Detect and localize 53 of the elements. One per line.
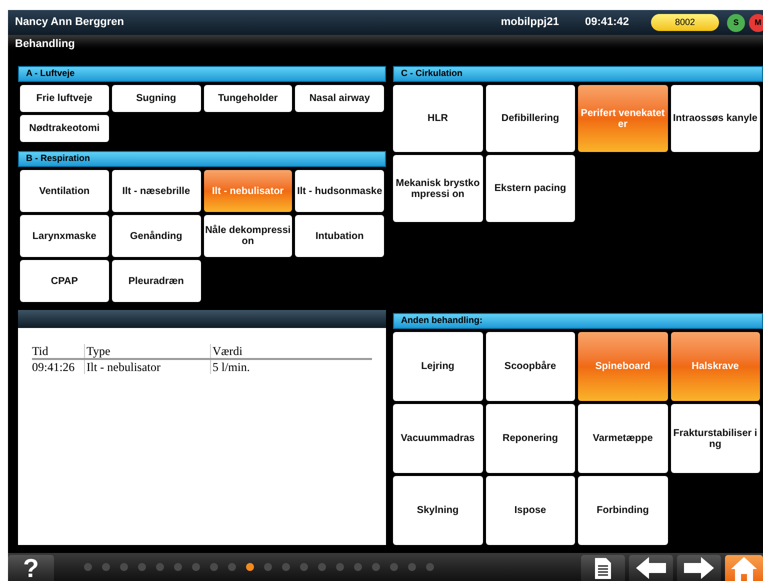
section-header: C - Cirkulation (393, 66, 763, 82)
back-button[interactable] (629, 555, 673, 581)
treatment-button[interactable]: Lejring (393, 332, 482, 401)
device-name: mobilppj21 (500, 15, 559, 30)
user-name: Nancy Ann Berggren (15, 15, 124, 30)
section-header: Anden behandling: (393, 313, 763, 329)
treatment-button[interactable]: Frie luftveje (20, 85, 109, 112)
table-cell: 5 l/min. (210, 359, 372, 374)
treatment-button[interactable]: CPAP (20, 260, 109, 302)
treatment-button[interactable]: Mekanisk brystkompressi on (393, 155, 482, 222)
treatment-button[interactable]: HLR (393, 85, 482, 152)
treatment-button[interactable]: Nåle dekompression (204, 215, 292, 257)
document-button[interactable] (581, 555, 625, 581)
treatment-button[interactable]: Intraossøs kanyle (670, 85, 760, 152)
page-title: Behandling (15, 36, 75, 52)
status-indicator: M (749, 14, 763, 32)
treatment-button[interactable]: Defibillering (486, 85, 575, 152)
treatment-button[interactable]: Ilt - hudsonmaske (295, 170, 384, 212)
column-header: Type (84, 344, 210, 359)
status-pill: 8002 (651, 14, 719, 32)
table-cell: 09:41:26 (32, 359, 84, 374)
treatment-button[interactable]: Scoopbåre (486, 332, 575, 401)
treatment-button[interactable]: Genånding (112, 215, 200, 257)
section-header: B - Respiration (18, 151, 386, 167)
home-icon (731, 557, 757, 581)
forward-button[interactable] (677, 555, 721, 581)
table-cell: Ilt - nebulisator (84, 359, 210, 374)
treatment-button[interactable]: Intubation (295, 215, 384, 257)
treatment-button[interactable]: Forbinding (578, 476, 668, 545)
column-header: Tid (32, 344, 84, 359)
treatment-button[interactable]: Ekstern pacing (486, 155, 575, 222)
treatment-button[interactable]: Ventilation (20, 170, 109, 212)
clock-time: 09:41:42 (584, 15, 629, 30)
section-header: A - Luftveje (18, 66, 386, 82)
treatment-button[interactable]: Tungeholder (204, 85, 292, 112)
treatment-button[interactable]: Skylning (393, 476, 482, 545)
treatment-button[interactable]: Ilt - næsebrille (112, 170, 200, 212)
treatment-button[interactable]: Frakturstabiliser ing (670, 404, 760, 473)
arrow-left-icon (635, 557, 667, 579)
document-icon (594, 557, 612, 579)
status-indicator: S (727, 14, 745, 32)
treatment-button[interactable]: Larynxmaske (20, 215, 109, 257)
treatment-button[interactable]: Vacuummadras (393, 404, 482, 473)
treatment-button[interactable]: Nødtrakeotomi (20, 115, 109, 142)
treatment-button[interactable]: Nasal airway (295, 85, 384, 112)
treatment-button[interactable]: Ispose (486, 476, 575, 545)
treatment-button[interactable]: Reponering (486, 404, 575, 473)
treatment-button[interactable]: Varmetæppe (578, 404, 668, 473)
help-button[interactable]: ? (8, 555, 54, 581)
treatment-button[interactable]: Sugning (112, 85, 200, 112)
treatment-button[interactable]: Pleuradræn (112, 260, 200, 302)
arrow-right-icon (683, 557, 715, 579)
column-header: Værdi (210, 344, 372, 359)
